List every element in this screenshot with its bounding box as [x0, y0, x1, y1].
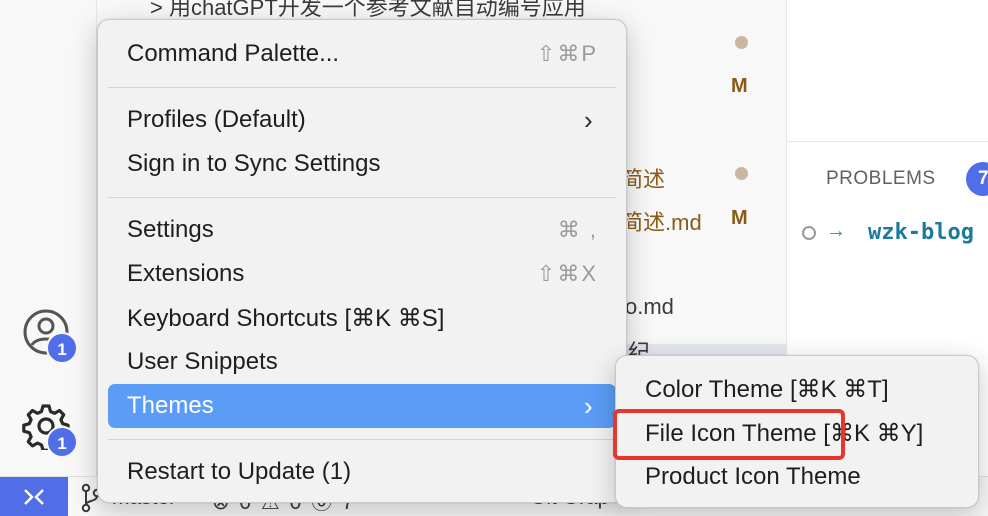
menu-item-themes[interactable]: Themes ›: [108, 384, 616, 428]
accounts-icon[interactable]: 1: [22, 308, 78, 364]
modified-dot: [735, 167, 748, 180]
menu-item-profiles[interactable]: Profiles (Default) ›: [108, 98, 616, 142]
menu-item-label: Extensions: [127, 260, 245, 287]
menu-item-label: Profiles (Default): [127, 106, 306, 133]
menu-item-keyboard-shortcuts[interactable]: Keyboard Shortcuts [⌘K ⌘S]: [108, 296, 616, 340]
explorer-item[interactable]: o.md: [625, 294, 674, 320]
menu-item-label: Settings: [127, 216, 214, 243]
remote-icon: [24, 489, 44, 505]
menu-separator: [108, 87, 616, 88]
modified-badge: M: [731, 75, 748, 97]
chevron-right-icon: ›: [584, 390, 593, 421]
menu-item-shortcut: ⌘ ,: [557, 217, 598, 242]
terminal-status-circle-icon: [802, 226, 816, 240]
menu-item-restart-to-update[interactable]: Restart to Update (1): [108, 450, 616, 494]
tab-problems[interactable]: PROBLEMS: [826, 168, 936, 190]
accounts-badge: 1: [46, 332, 78, 364]
explorer-item[interactable]: 简述.md: [621, 205, 702, 237]
menu-item-shortcut: ⇧⌘P: [536, 41, 598, 66]
chevron-right-icon: ›: [584, 104, 593, 135]
menu-item-shortcut: ⇧⌘X: [536, 261, 598, 286]
editor-area: [787, 0, 988, 142]
manage-badge: 1: [46, 426, 78, 458]
menu-item-extensions[interactable]: Extensions ⇧⌘X: [108, 252, 616, 296]
gear-icon[interactable]: 1: [22, 402, 78, 458]
menu-item-label: Themes: [127, 392, 214, 419]
submenu-item-product-icon-theme[interactable]: Product Icon Theme: [626, 455, 968, 499]
menu-separator: [108, 197, 616, 198]
menu-item-sign-in-sync[interactable]: Sign in to Sync Settings: [108, 142, 616, 186]
menu-separator: [108, 439, 616, 440]
modified-badge: M: [731, 207, 748, 229]
menu-item-label: User Snippets: [127, 348, 278, 375]
modified-dot: [735, 36, 748, 49]
submenu-item-color-theme[interactable]: Color Theme [⌘K ⌘T]: [626, 367, 968, 411]
terminal-prompt-arrow: →: [826, 220, 846, 242]
menu-item-settings[interactable]: Settings ⌘ ,: [108, 208, 616, 252]
menu-item-command-palette[interactable]: Command Palette... ⇧⌘P: [108, 32, 616, 76]
annotation-highlight-box: [613, 409, 845, 460]
explorer-item[interactable]: 简述: [621, 162, 665, 194]
menu-item-label: Sign in to Sync Settings: [127, 150, 381, 177]
terminal-cwd: wzk-blog: [868, 220, 974, 245]
manage-menu: Command Palette... ⇧⌘P Profiles (Default…: [97, 19, 627, 503]
menu-item-label: Command Palette...: [127, 40, 340, 67]
menu-item-label: Restart to Update (1): [127, 458, 352, 485]
menu-item-label: Keyboard Shortcuts [⌘K ⌘S]: [127, 304, 445, 332]
remote-button[interactable]: [0, 477, 68, 516]
menu-item-user-snippets[interactable]: User Snippets: [108, 340, 616, 384]
